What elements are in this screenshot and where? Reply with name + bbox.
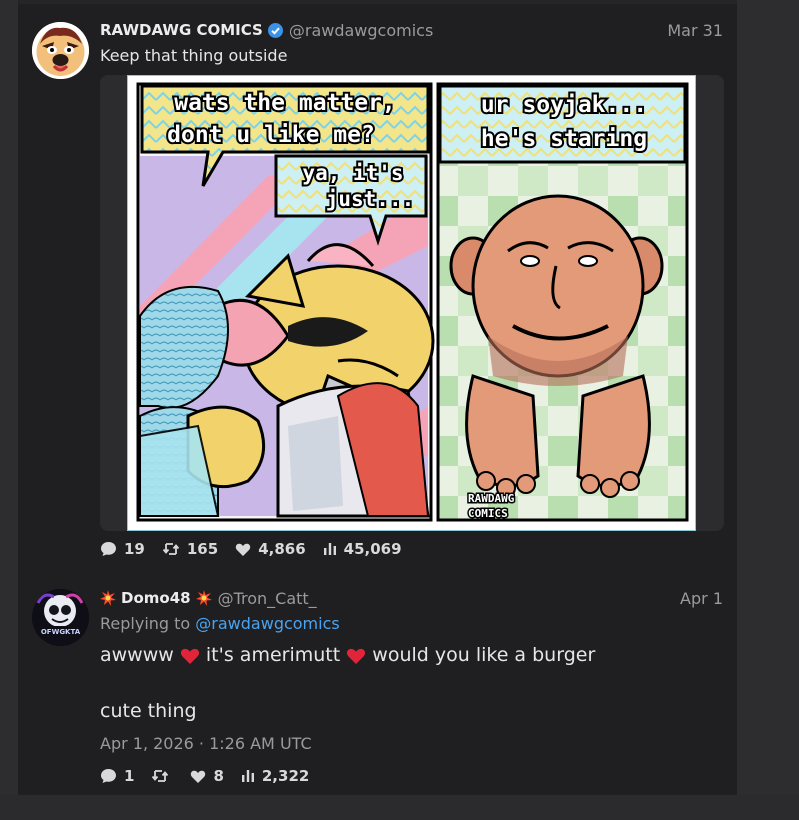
- like-count: 4,866: [258, 540, 306, 558]
- text-part-3: would you like a burger: [372, 644, 596, 666]
- reply-count: 19: [124, 540, 145, 558]
- page-background-right: [737, 0, 799, 820]
- replying-to: Replying to @rawdawgcomics: [100, 614, 340, 633]
- collision-icon: [100, 590, 116, 606]
- bubble-1-line-2: dont u like me?: [167, 122, 375, 148]
- tweet-header: RAWDAWG COMICS @rawdawgcomics Mar 31: [100, 19, 723, 41]
- svg-text:RAWDAWG: RAWDAWG: [468, 492, 515, 505]
- repost-icon: [162, 543, 180, 555]
- author-handle[interactable]: @Tron_Catt_: [218, 589, 317, 608]
- comic-image[interactable]: wats the matter, dont u like me? ya, it'…: [127, 75, 696, 531]
- comment-icon: [101, 769, 116, 783]
- views-count: 2,322: [261, 767, 310, 785]
- tweet-text-line-2: cute thing: [100, 700, 197, 722]
- views-count: 45,069: [343, 540, 402, 558]
- red-heart-icon: [180, 648, 199, 664]
- caption-line-1: ur soyjak...: [481, 92, 647, 118]
- tweet-header: Domo48 @Tron_Catt_ Apr 1: [100, 587, 723, 609]
- tweet-stats: 1 8 2,322: [100, 766, 326, 786]
- views-chart-icon: [323, 543, 336, 555]
- repost-stat[interactable]: 165: [162, 540, 218, 558]
- timeline: RAWDAWG COMICS @rawdawgcomics Mar 31 Kee…: [18, 4, 737, 795]
- text-part-1: awwww: [100, 644, 174, 666]
- collision-icon: [195, 590, 212, 606]
- verified-badge-icon: [267, 22, 283, 38]
- heart-icon: [191, 770, 206, 783]
- views-chart-icon: [241, 770, 254, 782]
- page-background-left: [0, 0, 18, 820]
- tweet-timestamp[interactable]: Apr 1, 2026 · 1:26 AM UTC: [100, 734, 312, 753]
- bubble-2-line-2: just...: [326, 187, 415, 211]
- like-stat[interactable]: 4,866: [235, 540, 306, 558]
- avatar-face-icon: [32, 22, 89, 79]
- reply-stat[interactable]: 19: [100, 540, 145, 558]
- replying-to-link[interactable]: @rawdawgcomics: [195, 614, 339, 633]
- reply-count: 1: [124, 767, 135, 785]
- repost-stat[interactable]: [151, 768, 176, 784]
- svg-text:COMICS: COMICS: [468, 507, 508, 520]
- repost-icon: [152, 770, 169, 782]
- avatar[interactable]: OFWGKTA: [32, 589, 89, 646]
- tweet-date[interactable]: Mar 31: [667, 21, 723, 40]
- repost-count: 165: [186, 540, 219, 558]
- views-stat[interactable]: 2,322: [241, 767, 309, 785]
- bubble-2-line-1: ya, it's: [302, 161, 403, 185]
- panel-left: wats the matter, dont u like me? ya, it'…: [136, 82, 435, 522]
- panel-right: ur soyjak... he's staring: [436, 82, 689, 522]
- avatar-icon: OFWGKTA: [32, 589, 89, 646]
- author-name[interactable]: Domo48: [121, 589, 191, 607]
- caption-line-2: he's staring: [481, 126, 647, 152]
- tweet-stats: 19 165 4,866 45,069: [100, 539, 419, 559]
- tweet-text: Keep that thing outside: [100, 46, 288, 65]
- comic-artwork: wats the matter, dont u like me? ya, it'…: [128, 76, 695, 530]
- media-container[interactable]: wats the matter, dont u like me? ya, it'…: [100, 75, 724, 531]
- author-handle[interactable]: @rawdawgcomics: [289, 21, 433, 40]
- like-stat[interactable]: 8: [190, 767, 224, 785]
- svg-text:OFWGKTA: OFWGKTA: [41, 628, 81, 636]
- author-name[interactable]: RAWDAWG COMICS: [100, 21, 263, 39]
- tweet-text: awwww it's amerimutt would you like a bu…: [100, 644, 595, 666]
- replying-prefix: Replying to: [100, 614, 191, 633]
- tweet-date[interactable]: Apr 1: [680, 589, 723, 608]
- text-part-2: it's amerimutt: [205, 644, 341, 666]
- tweet-reply: OFWGKTA Domo48 @Tron_Catt_ Apr 1 Replyin…: [18, 574, 737, 795]
- page-background-bottom: [0, 795, 799, 820]
- like-count: 8: [213, 767, 224, 785]
- bubble-1-line-1: wats the matter,: [174, 90, 396, 116]
- red-heart-icon: [347, 648, 366, 664]
- reply-stat[interactable]: 1: [100, 767, 134, 785]
- tweet-main: RAWDAWG COMICS @rawdawgcomics Mar 31 Kee…: [18, 4, 737, 574]
- avatar[interactable]: [32, 22, 89, 79]
- heart-icon: [235, 543, 251, 556]
- comment-icon: [101, 542, 116, 556]
- views-stat[interactable]: 45,069: [323, 540, 402, 558]
